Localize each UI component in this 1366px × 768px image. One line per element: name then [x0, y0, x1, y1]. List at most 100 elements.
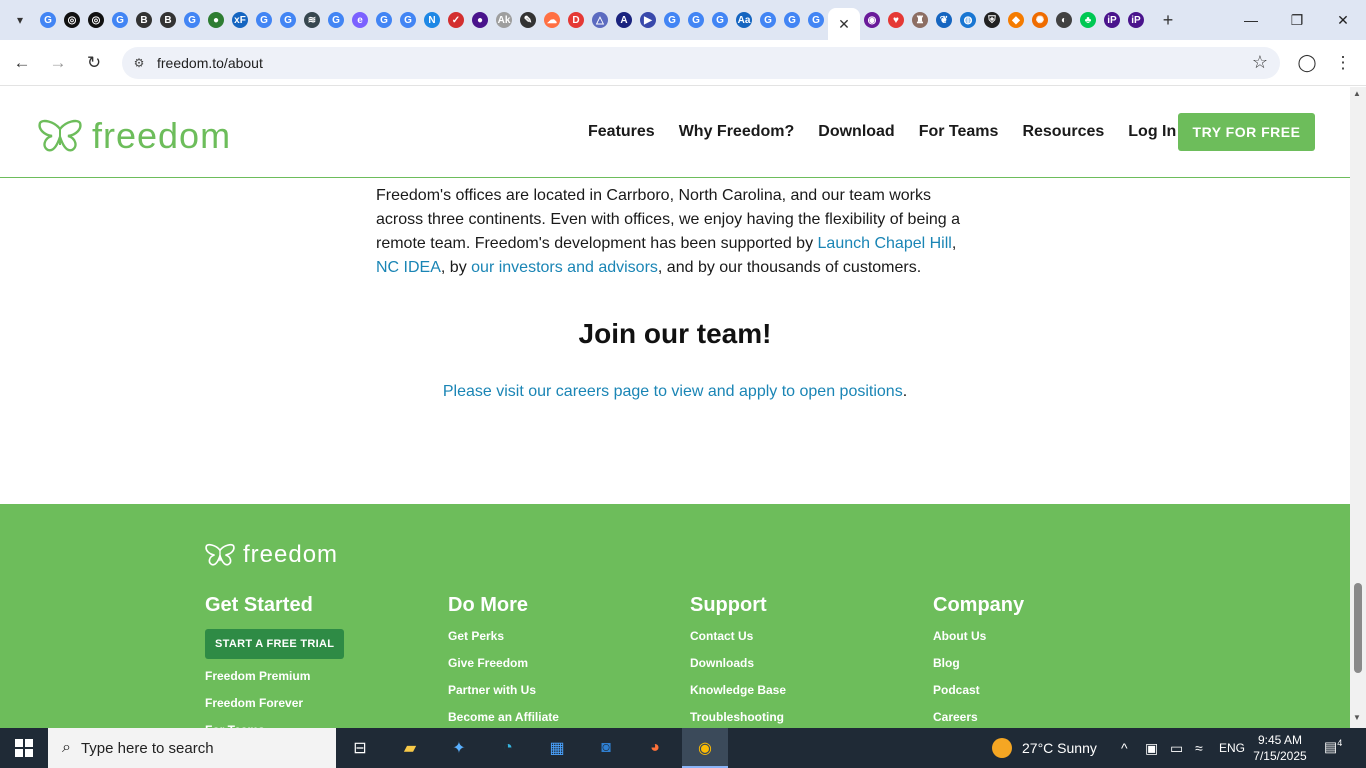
taskbar-search-box[interactable]: ⌕ Type here to search	[48, 728, 336, 768]
battery-icon[interactable]: ▭	[1170, 728, 1183, 768]
forward-arrow-icon[interactable]: →	[45, 50, 71, 76]
browser-tab[interactable]: ▶	[636, 8, 660, 32]
browser-tab[interactable]: ◆	[1004, 8, 1028, 32]
browser-tab[interactable]: ♜	[908, 8, 932, 32]
browser-tab[interactable]: G	[36, 8, 60, 32]
task-view-icon[interactable]: ⊟	[346, 734, 374, 762]
meet-icon[interactable]: ▣	[1145, 728, 1158, 768]
footer-link[interactable]: Careers	[933, 710, 1024, 728]
clock[interactable]: 9:45 AM 7/15/2025	[1250, 732, 1310, 764]
careers-link[interactable]: Please visit our careers page to view an…	[443, 383, 903, 400]
menu-kebab-icon[interactable]: ⋮	[1330, 50, 1356, 76]
url-text[interactable]: freedom.to/about	[157, 55, 263, 71]
browser-tab[interactable]: ✎	[516, 8, 540, 32]
browser-tab[interactable]: △	[588, 8, 612, 32]
browser-tab[interactable]: ✓	[444, 8, 468, 32]
browser-tab[interactable]: N	[420, 8, 444, 32]
nav-link-download[interactable]: Download	[818, 123, 894, 141]
tab-search-chevron-icon[interactable]: ▾	[8, 8, 32, 32]
nav-link-log-in[interactable]: Log In	[1128, 123, 1176, 141]
close-tab-icon[interactable]: ✕	[838, 16, 850, 33]
browser-tab[interactable]: B	[156, 8, 180, 32]
scrollbar-thumb[interactable]	[1354, 583, 1362, 673]
footer-link[interactable]: About Us	[933, 629, 1024, 656]
browser-tab[interactable]: G	[276, 8, 300, 32]
tray-chevron-icon[interactable]: ^	[1121, 728, 1128, 768]
weather-widget[interactable]: 27°C Sunny	[992, 728, 1097, 768]
browser-tab[interactable]: xF	[228, 8, 252, 32]
nav-link-why-freedom[interactable]: Why Freedom?	[679, 123, 795, 141]
active-tab[interactable]: ✕	[828, 8, 860, 40]
store-icon[interactable]: ▦	[543, 734, 571, 762]
investors-link[interactable]: our investors and advisors	[471, 259, 658, 276]
footer-link[interactable]: Podcast	[933, 683, 1024, 710]
firefox-icon[interactable]: ◕	[641, 734, 669, 762]
bookmark-star-icon[interactable]: ☆	[1252, 52, 1268, 73]
browser-tab[interactable]: ●	[468, 8, 492, 32]
browser-tab[interactable]: e	[348, 8, 372, 32]
browser-tab[interactable]: A	[612, 8, 636, 32]
browser-tab[interactable]: Aa	[732, 8, 756, 32]
launch-chapel-hill-link[interactable]: Launch Chapel Hill	[818, 235, 952, 252]
browser-tab[interactable]: D	[564, 8, 588, 32]
browser-tab[interactable]: G	[684, 8, 708, 32]
start-button[interactable]	[0, 728, 48, 768]
nav-link-for-teams[interactable]: For Teams	[919, 123, 999, 141]
wifi-icon[interactable]: ≈	[1195, 728, 1203, 768]
outlook-icon[interactable]: ◙	[592, 734, 620, 762]
browser-tab[interactable]: ◍	[956, 8, 980, 32]
footer-logo[interactable]: freedom	[205, 541, 338, 569]
browser-tab[interactable]: ◎	[84, 8, 108, 32]
footer-link[interactable]: Become an Affiliate	[448, 710, 559, 728]
browser-tab[interactable]: ≋	[300, 8, 324, 32]
browser-tab[interactable]: ◎	[60, 8, 84, 32]
notification-icon[interactable]: ▤4	[1324, 738, 1346, 758]
browser-tab[interactable]: B	[132, 8, 156, 32]
browser-tab[interactable]: iP	[1100, 8, 1124, 32]
browser-tab[interactable]: Ak	[492, 8, 516, 32]
chrome-icon[interactable]: ◉	[691, 734, 719, 762]
browser-tab[interactable]: ☁	[540, 8, 564, 32]
new-tab-plus-icon[interactable]: +	[1156, 8, 1180, 32]
scroll-up-icon[interactable]: ▲	[1353, 89, 1361, 98]
browser-tab[interactable]: ✺	[1028, 8, 1052, 32]
page-scrollbar[interactable]: ▲ ▼	[1350, 87, 1366, 728]
browser-tab[interactable]: G	[660, 8, 684, 32]
reload-icon[interactable]: ↻	[81, 50, 107, 76]
browser-tab[interactable]: G	[324, 8, 348, 32]
nc-idea-link[interactable]: NC IDEA	[376, 259, 441, 276]
file-explorer-icon[interactable]: ▰	[396, 734, 424, 762]
browser-tab[interactable]: G	[708, 8, 732, 32]
restore-button[interactable]: ❐	[1274, 0, 1320, 40]
edge-icon[interactable]: ◔	[494, 734, 522, 762]
browser-tab[interactable]: ♣	[1076, 8, 1100, 32]
language-indicator[interactable]: ENG	[1219, 728, 1245, 768]
browser-tab[interactable]: G	[180, 8, 204, 32]
footer-link[interactable]: Freedom Forever	[205, 696, 344, 723]
nav-link-resources[interactable]: Resources	[1022, 123, 1104, 141]
footer-link[interactable]: Troubleshooting	[690, 710, 786, 728]
try-for-free-button[interactable]: TRY FOR FREE	[1178, 113, 1315, 151]
nav-link-features[interactable]: Features	[588, 123, 655, 141]
footer-link[interactable]: Freedom Premium	[205, 669, 344, 696]
browser-tab[interactable]: G	[804, 8, 828, 32]
browser-tab[interactable]: ⛨	[980, 8, 1004, 32]
browser-tab[interactable]: G	[108, 8, 132, 32]
footer-link[interactable]: Give Freedom	[448, 656, 559, 683]
scroll-down-icon[interactable]: ▼	[1353, 713, 1361, 722]
profile-icon[interactable]: ◯	[1294, 50, 1320, 76]
browser-tab[interactable]: ◉	[860, 8, 884, 32]
footer-link[interactable]: Get Perks	[448, 629, 559, 656]
footer-link[interactable]: Contact Us	[690, 629, 786, 656]
copilot-icon[interactable]: ✦	[445, 734, 473, 762]
back-arrow-icon[interactable]: ←	[9, 50, 35, 76]
freedom-logo[interactable]: freedom	[38, 115, 231, 157]
minimize-button[interactable]: —	[1228, 0, 1274, 40]
browser-tab[interactable]: G	[372, 8, 396, 32]
browser-tab[interactable]: G	[252, 8, 276, 32]
browser-tab[interactable]: G	[396, 8, 420, 32]
footer-link[interactable]: Knowledge Base	[690, 683, 786, 710]
footer-link[interactable]: Partner with Us	[448, 683, 559, 710]
browser-tab[interactable]: G	[756, 8, 780, 32]
footer-link[interactable]: Blog	[933, 656, 1024, 683]
